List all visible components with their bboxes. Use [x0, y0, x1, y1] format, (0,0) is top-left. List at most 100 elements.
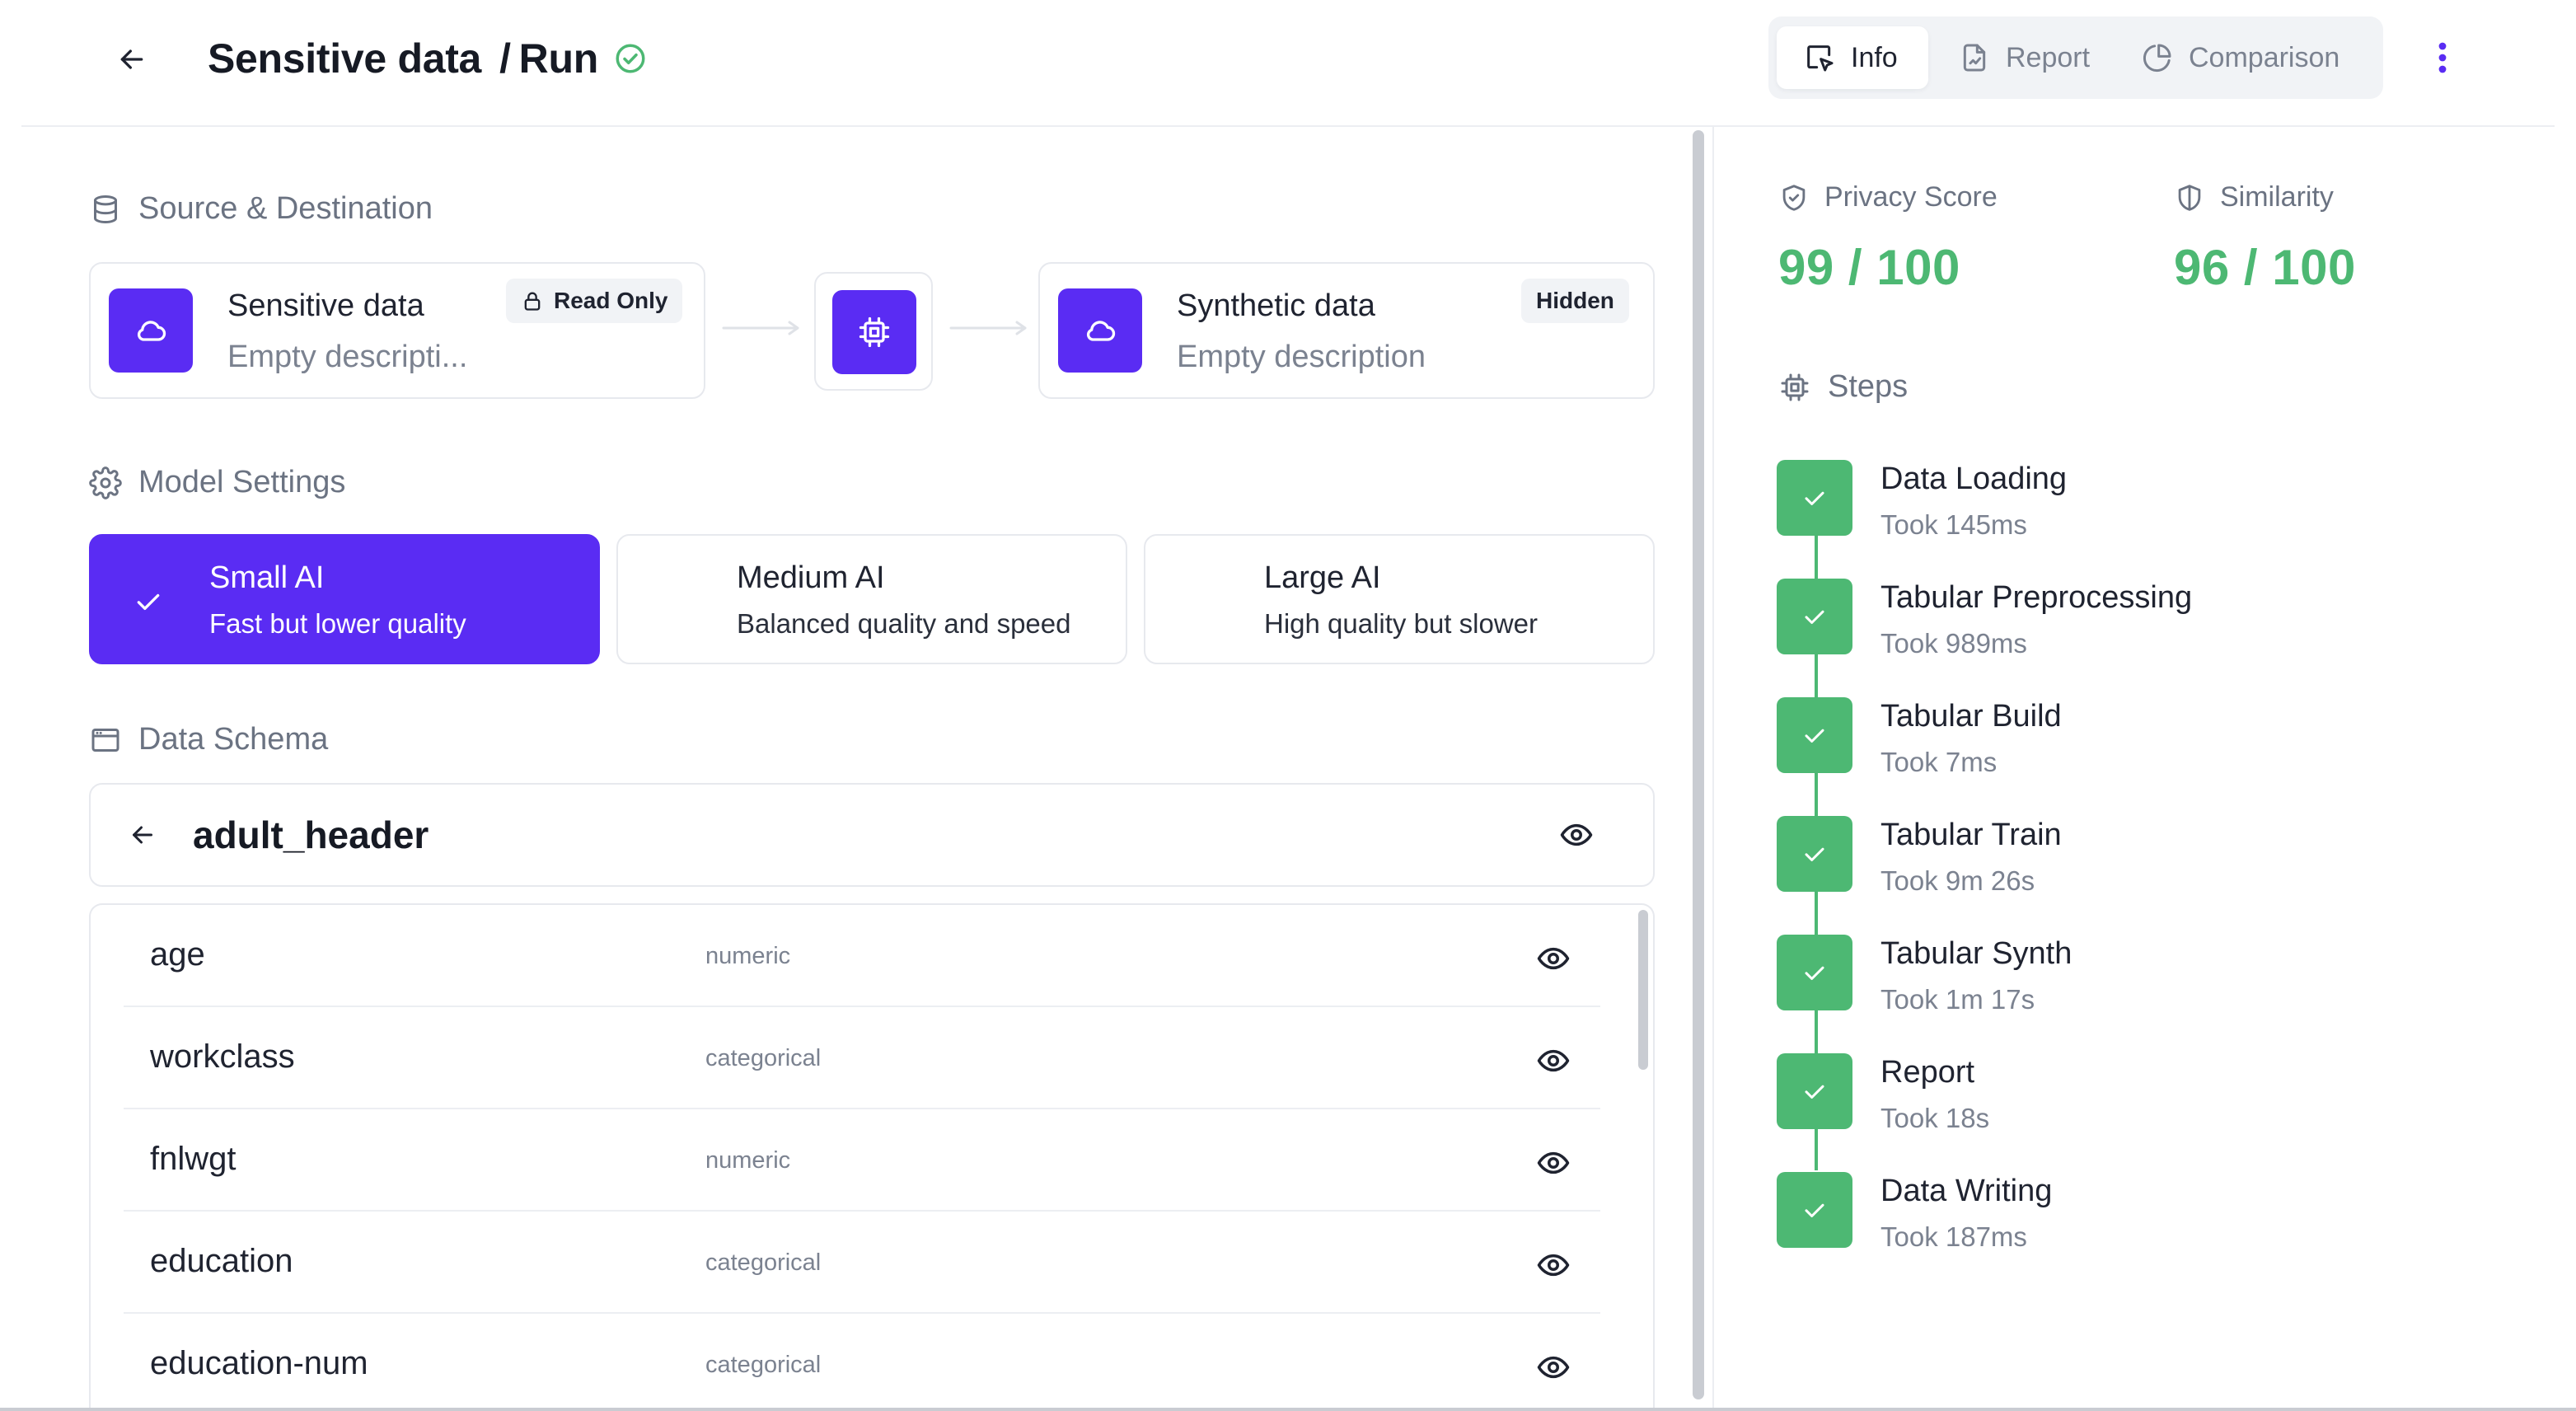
model-option-large-description: High quality but slower	[1264, 608, 1538, 639]
step-status	[1777, 935, 1852, 1010]
step-status	[1777, 579, 1852, 654]
check-icon	[132, 585, 165, 618]
source-description: Empty descripti...	[227, 340, 468, 374]
step-name: Tabular Preprocessing	[1880, 580, 2193, 615]
step-name: Tabular Train	[1880, 818, 2062, 852]
tab-comparison-label: Comparison	[2189, 41, 2340, 73]
model-option-small[interactable]: Small AI Fast but lower quality	[89, 534, 600, 664]
schema-field-list[interactable]: age numeric workclass categorical fnlwgt…	[89, 903, 1655, 1411]
field-type: numeric	[705, 1147, 791, 1174]
destination-name: Synthetic data	[1177, 288, 1375, 323]
table-visibility-toggle[interactable]	[1559, 818, 1594, 852]
field-visibility-toggle[interactable]	[1536, 941, 1571, 976]
step-status	[1777, 1053, 1852, 1129]
step-status	[1777, 1172, 1852, 1248]
arrow-left-icon	[133, 826, 152, 844]
header-divider	[21, 125, 2555, 127]
field-visibility-toggle[interactable]	[1536, 1350, 1571, 1385]
step-status	[1777, 816, 1852, 892]
destination-card[interactable]: Synthetic data Empty description Hidden	[1038, 262, 1655, 399]
tab-report-label: Report	[2006, 41, 2091, 73]
field-name: education	[150, 1243, 293, 1279]
eye-icon	[1537, 1049, 1570, 1072]
field-type: categorical	[705, 1352, 822, 1378]
view-tabs: Info Report Comparison	[1768, 16, 2383, 99]
page-title: Sensitive data / Run	[208, 31, 648, 86]
database-icon	[89, 193, 122, 226]
step-duration: Took 18s	[1880, 1103, 1990, 1133]
step-item: Tabular Preprocessing Took 989ms	[1777, 579, 2518, 661]
step-duration: Took 7ms	[1880, 747, 1998, 777]
step-name: Report	[1880, 1055, 1975, 1090]
destination-description: Empty description	[1177, 340, 1426, 374]
more-options-button[interactable]	[2428, 33, 2457, 82]
tab-info[interactable]: Info	[1777, 26, 1928, 89]
chip-icon	[859, 316, 890, 348]
document-chart-icon	[1958, 41, 1991, 74]
schema-back-button[interactable]	[122, 813, 163, 857]
schema-table-name: adult_header	[193, 813, 429, 856]
shield-check-icon	[1778, 182, 1810, 213]
field-name: workclass	[150, 1038, 295, 1075]
processor-card[interactable]	[814, 272, 933, 391]
flow-arrow-1	[722, 321, 799, 335]
field-visibility-toggle[interactable]	[1536, 1043, 1571, 1078]
page-title-dataset: Sensitive data	[208, 35, 482, 82]
destination-cloud-tile	[1058, 288, 1142, 373]
step-item: Tabular Build Took 7ms	[1777, 697, 2518, 780]
read-only-badge: Read Only	[506, 279, 683, 323]
schema-row: workclass categorical	[124, 1007, 1600, 1109]
step-duration: Took 145ms	[1880, 509, 2027, 540]
field-type: numeric	[705, 943, 791, 969]
data-schema-heading: Data Schema	[89, 722, 328, 757]
step-item: Tabular Synth Took 1m 17s	[1777, 935, 2518, 1017]
browser-window-icon	[89, 724, 122, 757]
left-panel-scrollbar[interactable]	[1693, 130, 1704, 1399]
schema-row: age numeric	[124, 905, 1600, 1007]
check-icon	[1805, 491, 1824, 505]
cursor-select-icon	[1803, 41, 1836, 74]
model-option-medium[interactable]: Medium AI Balanced quality and speed	[616, 534, 1127, 664]
step-name: Tabular Synth	[1880, 936, 2073, 971]
check-icon	[1805, 1203, 1824, 1217]
cloud-icon	[1086, 321, 1116, 341]
check-icon	[1805, 966, 1824, 980]
similarity-value: 96 / 100	[2174, 240, 2356, 295]
source-card[interactable]: Sensitive data Empty descripti... Read O…	[89, 262, 705, 399]
step-item: Tabular Train Took 9m 26s	[1777, 816, 2518, 898]
panel-divider	[1712, 127, 1714, 1411]
model-option-small-name: Small AI	[209, 560, 325, 595]
step-name: Tabular Build	[1880, 699, 2062, 734]
check-icon	[1805, 729, 1824, 743]
field-visibility-toggle[interactable]	[1536, 1248, 1571, 1282]
field-name: age	[150, 936, 205, 973]
chip-icon	[1778, 371, 1811, 404]
tab-info-label: Info	[1851, 41, 1898, 73]
step-duration: Took 1m 17s	[1880, 984, 2035, 1015]
back-button[interactable]	[107, 38, 157, 81]
steps-heading: Steps	[1778, 369, 1908, 405]
step-item: Data Writing Took 187ms	[1777, 1172, 2518, 1254]
schema-list-scrollbar[interactable]	[1638, 910, 1648, 1070]
check-circle-icon	[613, 41, 648, 76]
source-destination-heading: Source & Destination	[89, 191, 433, 227]
tab-comparison[interactable]: Comparison	[2133, 26, 2372, 89]
eye-icon	[1537, 1356, 1570, 1379]
model-option-medium-description: Balanced quality and speed	[737, 608, 1071, 639]
pie-chart-icon	[2141, 41, 2174, 74]
model-option-large[interactable]: Large AI High quality but slower	[1144, 534, 1655, 664]
model-option-small-description: Fast but lower quality	[209, 608, 466, 639]
schema-row: education categorical	[124, 1212, 1600, 1314]
model-option-medium-name: Medium AI	[737, 560, 885, 595]
eye-icon	[1537, 1254, 1570, 1277]
gear-icon	[89, 466, 122, 499]
tab-report[interactable]: Report	[1950, 26, 2115, 89]
check-icon	[1805, 847, 1824, 861]
field-visibility-toggle[interactable]	[1536, 1146, 1571, 1180]
step-duration: Took 187ms	[1880, 1221, 2027, 1252]
step-item: Report Took 18s	[1777, 1053, 2518, 1136]
step-duration: Took 9m 26s	[1880, 865, 2035, 896]
step-duration: Took 989ms	[1880, 628, 2027, 659]
similarity-label: Similarity	[2174, 181, 2334, 213]
processor-tile	[832, 290, 916, 374]
